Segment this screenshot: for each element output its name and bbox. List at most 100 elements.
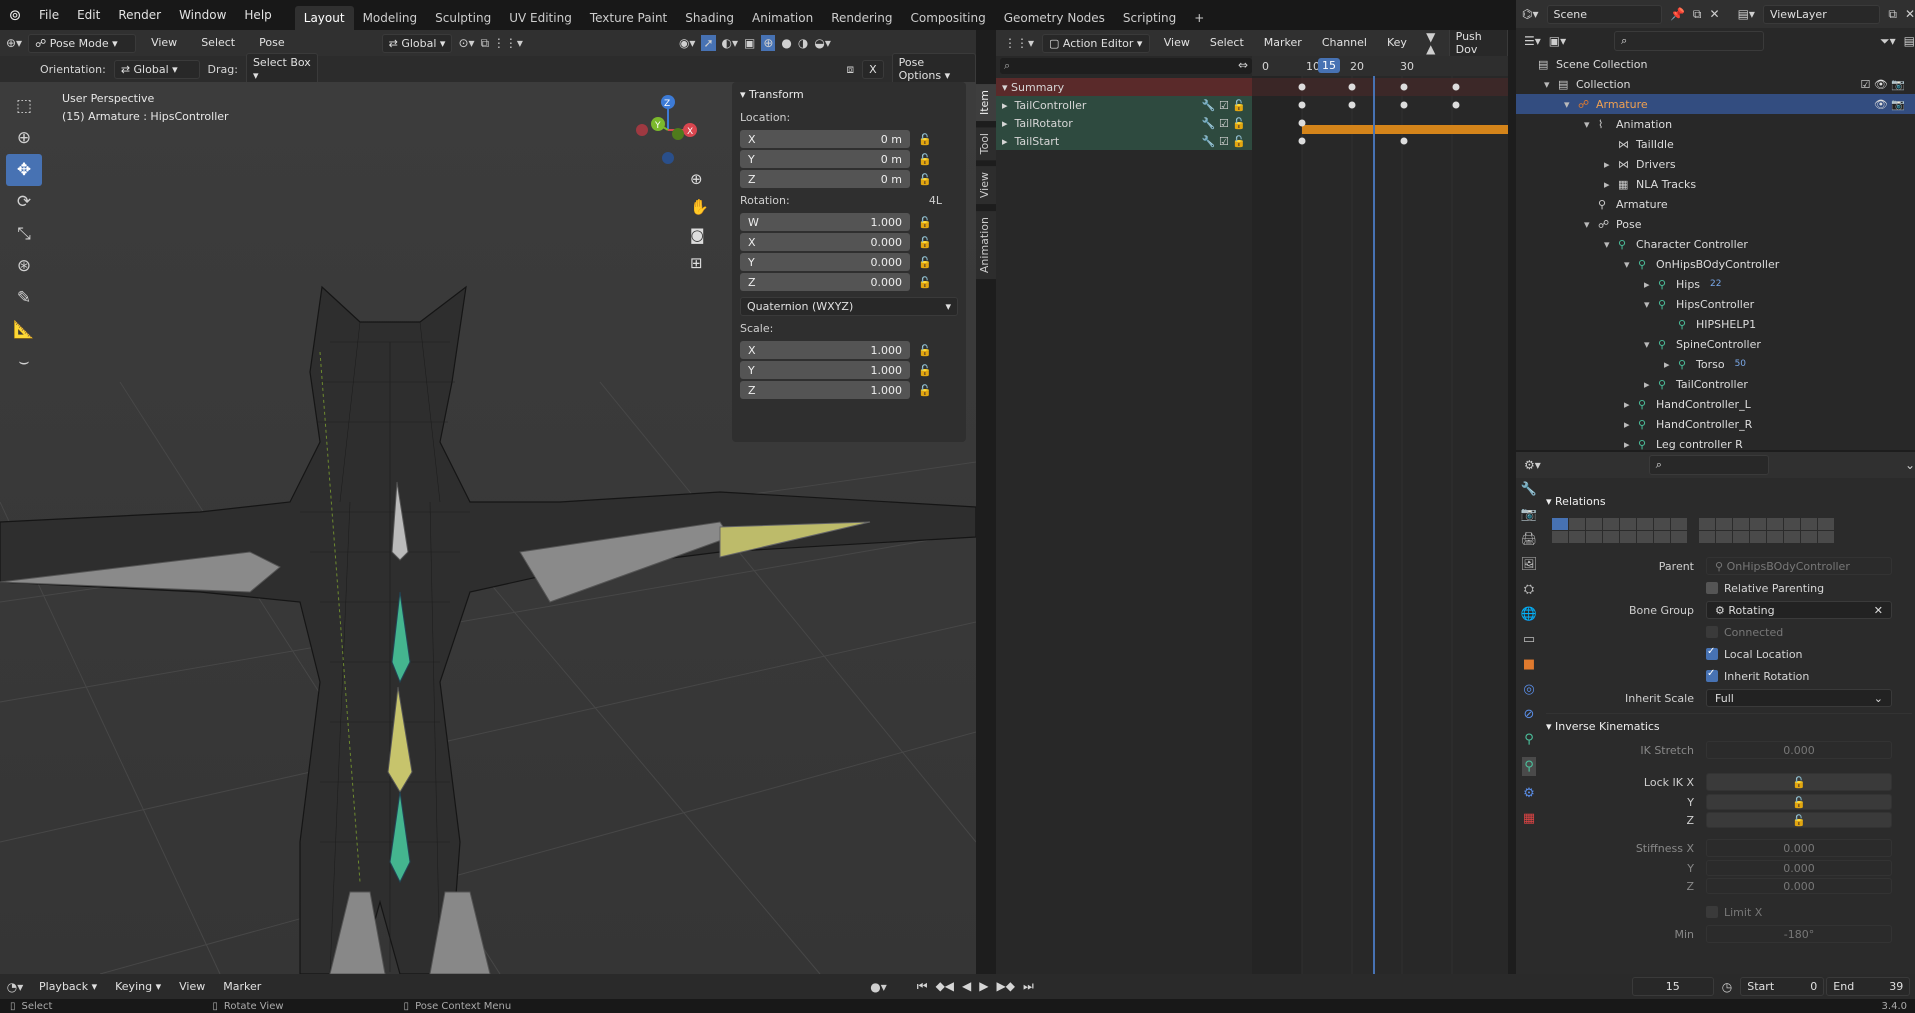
- bone-group-field[interactable]: ⚙ Rotating ✕: [1706, 601, 1892, 619]
- scale-y-field[interactable]: Y 1.000: [740, 361, 910, 379]
- bone-layer-grid-right[interactable]: [1699, 518, 1834, 543]
- relative-parenting-checkbox[interactable]: [1706, 582, 1718, 594]
- action-editor[interactable]: ⋮⋮▾ ▢ Action Editor ▾ View Select Marker…: [996, 30, 1508, 974]
- timeline-menu-view[interactable]: View: [170, 974, 214, 999]
- bone-layer-button[interactable]: [1654, 518, 1670, 530]
- rotation-z-field[interactable]: Z 0.000: [740, 273, 910, 291]
- outliner-item[interactable]: ▸ ▦ NLA Tracks: [1516, 174, 1915, 194]
- rotation-x-field[interactable]: X 0.000: [740, 233, 910, 251]
- outliner-item[interactable]: ▾ ⚲ OnHipsBOdyController: [1516, 254, 1915, 274]
- constraint-tab-icon[interactable]: ⊘: [1524, 707, 1535, 722]
- outliner-item[interactable]: ⚲ Armature: [1516, 194, 1915, 214]
- transform-orientation-dropdown[interactable]: ⇄ Global ▾: [381, 33, 453, 53]
- current-frame-field[interactable]: 15: [1631, 977, 1714, 996]
- menu-edit[interactable]: Edit: [68, 0, 109, 30]
- lock-ik-z-toggle[interactable]: 🔓: [1706, 812, 1892, 828]
- menu-help[interactable]: Help: [235, 0, 280, 30]
- lock-ik-x-toggle[interactable]: 🔓: [1706, 773, 1892, 791]
- bone-layer-grid-left[interactable]: [1552, 518, 1687, 543]
- expand-toggle-icon[interactable]: ▸: [1604, 178, 1618, 191]
- x-mirror-toggle[interactable]: X: [862, 59, 884, 79]
- bone-layer-button[interactable]: [1637, 531, 1653, 543]
- cursor-tool[interactable]: ⊕: [6, 122, 42, 154]
- location-y-field[interactable]: Y 0 m: [740, 150, 910, 168]
- bone-layer-button[interactable]: [1552, 531, 1568, 543]
- timeline-menu-playback[interactable]: Playback ▾: [30, 974, 106, 999]
- expand-toggle-icon[interactable]: ▸: [1604, 158, 1618, 171]
- relax-tool[interactable]: ⌣: [6, 346, 42, 378]
- bone-layer-button[interactable]: [1586, 518, 1602, 530]
- rotation-lock-4l[interactable]: 4L: [929, 194, 942, 207]
- properties-search-input[interactable]: ⌕: [1648, 455, 1769, 475]
- display-mode-icon[interactable]: ▣▾: [1549, 35, 1566, 47]
- bone-layer-button[interactable]: [1784, 531, 1800, 543]
- bone-layer-button[interactable]: [1654, 531, 1670, 543]
- push-down-button[interactable]: Push Dov: [1448, 30, 1508, 59]
- options-chevron-icon[interactable]: ⌄: [1905, 459, 1915, 471]
- close-viewlayer-icon[interactable]: ✕: [1905, 8, 1915, 20]
- outliner-item[interactable]: ⋈ TailIdle: [1516, 134, 1915, 154]
- bone-layer-button[interactable]: [1733, 531, 1749, 543]
- channel-tailcontroller[interactable]: ▸ TailController 🔧 ☑ 🔓: [996, 96, 1252, 114]
- expand-toggle-icon[interactable]: ▾: [1544, 78, 1558, 91]
- outliner-item[interactable]: ▾ ⚲ Character Controller: [1516, 234, 1915, 254]
- scale-x-field[interactable]: X 1.000: [740, 341, 910, 359]
- orientation-dropdown[interactable]: ⇄ Global ▾: [113, 59, 200, 79]
- transform-section-header[interactable]: ▾ Transform: [740, 88, 958, 101]
- ae-menu-select[interactable]: Select: [1204, 30, 1250, 56]
- menu-render[interactable]: Render: [109, 0, 170, 30]
- data-tab-icon[interactable]: ⚲: [1524, 732, 1534, 747]
- tab-geometry-nodes[interactable]: Geometry Nodes: [995, 6, 1114, 30]
- outliner-item[interactable]: ▸ ⚲ Hips 22: [1516, 274, 1915, 294]
- record-icon[interactable]: ●▾: [870, 981, 887, 993]
- play-reverse-icon[interactable]: ◀: [962, 979, 971, 994]
- close-icon[interactable]: ✕: [1710, 8, 1720, 20]
- mirror-icon[interactable]: ⧈: [846, 63, 854, 75]
- local-location-checkbox[interactable]: [1706, 646, 1718, 660]
- xray-icon[interactable]: ▣: [744, 37, 755, 49]
- bone-layer-button[interactable]: [1716, 531, 1732, 543]
- keyframe-area[interactable]: [1252, 76, 1508, 974]
- expand-toggle-icon[interactable]: ▸: [1624, 398, 1638, 411]
- mode-dropdown[interactable]: ☍ Pose Mode ▾: [28, 33, 137, 53]
- channel-summary[interactable]: ▾ Summary: [996, 78, 1252, 96]
- collection-tab-icon[interactable]: ▭: [1523, 632, 1535, 647]
- bone-layer-button[interactable]: [1801, 518, 1817, 530]
- editor-type-icon[interactable]: ⊕▾: [6, 37, 22, 49]
- scene-field[interactable]: Scene: [1546, 4, 1662, 24]
- outliner-item[interactable]: ▸ ⚲ Torso 50: [1516, 354, 1915, 374]
- expand-toggle-icon[interactable]: ▾: [1584, 218, 1598, 231]
- tab-animation-sidebar[interactable]: Animation: [976, 210, 996, 279]
- bone-layer-button[interactable]: [1750, 518, 1766, 530]
- lock-icon[interactable]: 🔓: [918, 153, 932, 166]
- frame-ruler[interactable]: 0 10 15 20 30: [1252, 56, 1508, 76]
- filter-down-icon[interactable]: ▼ ▲: [1421, 31, 1441, 55]
- menu-window[interactable]: Window: [170, 0, 235, 30]
- bone-layer-button[interactable]: [1767, 518, 1783, 530]
- copy-scene-icon[interactable]: ⧉: [1693, 8, 1702, 20]
- ik-panel-header[interactable]: ▾ Inverse Kinematics: [1546, 713, 1912, 739]
- end-frame-field[interactable]: End 39: [1826, 977, 1911, 996]
- lock-ik-y-toggle[interactable]: 🔓: [1706, 794, 1892, 810]
- drag-dropdown[interactable]: Select Box ▾: [245, 53, 319, 85]
- outliner-item[interactable]: ▾ ⚲ HipsController: [1516, 294, 1915, 314]
- tab-compositing[interactable]: Compositing: [901, 6, 994, 30]
- shading-rendered-icon[interactable]: ◒▾: [814, 37, 831, 49]
- bone-layer-button[interactable]: [1620, 531, 1636, 543]
- expand-toggle-icon[interactable]: ▸: [1644, 278, 1658, 291]
- transform-tool[interactable]: ⊛: [6, 250, 42, 282]
- output-tab-icon[interactable]: 🖨: [1521, 532, 1538, 547]
- physics-tab-icon[interactable]: ◎: [1523, 682, 1534, 697]
- parent-field[interactable]: ⚲ OnHipsBOdyController: [1706, 557, 1892, 575]
- outliner-item[interactable]: ▾ ☍ Pose: [1516, 214, 1915, 234]
- camera-icon[interactable]: ◙: [690, 226, 712, 244]
- outliner-item[interactable]: ▸ ⚲ HandController_R: [1516, 414, 1915, 434]
- ae-menu-view[interactable]: View: [1158, 30, 1196, 56]
- tab-scripting[interactable]: Scripting: [1114, 6, 1185, 30]
- pose-options-dropdown[interactable]: Pose Options ▾: [891, 53, 976, 85]
- tab-modeling[interactable]: Modeling: [354, 6, 427, 30]
- channel-tailstart[interactable]: ▸ TailStart 🔧 ☑ 🔓: [996, 132, 1252, 150]
- lock-icon[interactable]: 🔓: [918, 364, 932, 377]
- lock-icon[interactable]: 🔓: [918, 256, 932, 269]
- tab-layout[interactable]: Layout: [294, 6, 354, 30]
